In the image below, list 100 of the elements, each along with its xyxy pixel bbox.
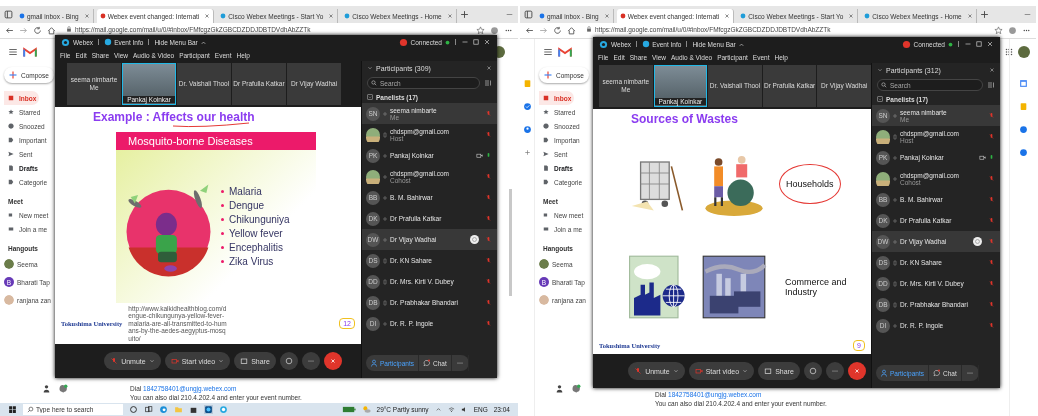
leave-button[interactable] [323,352,342,370]
collapse-icon[interactable] [877,96,883,102]
collapse-icon[interactable] [367,94,373,100]
muted-mic-icon[interactable] [486,257,491,264]
menu-icon[interactable] [543,47,553,57]
muted-mic-icon[interactable] [486,131,491,138]
home-icon[interactable] [567,26,576,35]
muted-mic-icon[interactable] [486,236,491,243]
status-dot-icon [948,41,953,47]
hangouts-icon[interactable] [59,383,68,393]
browser-icon[interactable] [159,405,168,414]
person-circle-icon[interactable] [522,125,532,134]
tab-actions-icon[interactable] [524,10,533,19]
webex-app-icon[interactable] [204,405,213,414]
task-view-icon[interactable] [144,405,153,414]
profile-icon[interactable] [490,26,499,35]
person-icon[interactable] [42,383,51,393]
plus-icon[interactable] [459,10,469,19]
scrollbar[interactable] [509,189,512,296]
chevron-down-icon[interactable] [877,67,883,73]
maximize-icon[interactable] [975,40,983,48]
profile-icon[interactable] [1008,26,1017,35]
menu-icon[interactable] [8,47,18,57]
presenter-ball-icon[interactable] [470,235,479,244]
forward-arrow-icon[interactable] [539,26,548,35]
sort-icon[interactable] [484,79,492,87]
smiley-icon [808,367,817,375]
back-arrow-icon[interactable] [5,26,14,35]
caret-up-icon[interactable] [434,406,442,413]
muted-mic-icon[interactable] [989,133,994,140]
close-icon[interactable] [989,67,995,73]
muted-mic-icon[interactable] [486,194,491,201]
muted-mic-icon[interactable] [486,299,491,306]
bag-icon[interactable] [189,405,198,414]
person-circle-icon[interactable] [1018,148,1028,157]
favicon-icon [99,13,106,19]
minimize-icon[interactable] [964,40,972,48]
presenter-ball-icon[interactable] [973,237,982,246]
send-icon [8,151,14,157]
hangouts-icon[interactable] [572,383,581,393]
muted-mic-icon[interactable] [989,259,994,266]
mic-icon[interactable] [989,154,994,161]
apps-grid-icon[interactable] [1004,47,1014,57]
person-icon[interactable] [555,383,564,393]
wifi-icon[interactable] [447,406,455,413]
check-circle-icon[interactable] [1018,125,1028,134]
check-circle-icon[interactable] [522,102,532,111]
calendar-icon[interactable] [1018,79,1028,88]
reactions-button[interactable] [279,352,298,370]
close-icon[interactable] [724,13,731,19]
star-icon[interactable] [994,26,1003,35]
plus-icon[interactable] [522,148,532,157]
leave-button[interactable] [847,362,866,380]
speaker-icon[interactable] [460,406,468,413]
close-icon[interactable] [204,13,211,19]
bullet-dot-icon [221,203,224,207]
star-icon[interactable] [476,26,485,35]
close-icon[interactable] [966,13,973,19]
close-icon[interactable] [83,13,90,19]
maximize-icon[interactable] [472,38,480,46]
home-icon[interactable] [47,26,56,35]
muted-mic-icon[interactable] [989,112,994,119]
close-icon[interactable] [848,13,855,19]
muted-mic-icon[interactable] [989,196,994,203]
battery-icon [341,406,356,413]
plus-icon[interactable] [979,10,989,19]
close-icon[interactable] [446,13,453,19]
clock-icon [543,123,549,129]
minimize-icon[interactable] [461,38,469,46]
muted-mic-icon[interactable] [486,215,491,222]
muted-mic-icon[interactable] [989,238,994,245]
record-icon [901,39,911,49]
muted-mic-icon[interactable] [989,301,994,308]
reload-icon[interactable] [553,26,562,35]
chat-bubble-icon [422,359,431,367]
muted-mic-icon[interactable] [486,278,491,285]
close-icon[interactable] [603,13,610,19]
muted-mic-icon[interactable] [989,280,994,287]
reactions-button[interactable] [803,362,822,380]
close-icon[interactable] [328,13,335,19]
person-icon [880,369,888,377]
webex-meetings-icon[interactable] [219,405,228,414]
windows-start-icon[interactable] [8,405,17,414]
muted-mic-icon[interactable] [989,175,994,182]
reload-icon[interactable] [33,26,42,35]
camera-icon [543,212,549,218]
forward-arrow-icon[interactable] [19,26,28,35]
circle-icon[interactable] [129,405,138,414]
muted-mic-icon[interactable] [486,110,491,117]
camera-off-icon [694,367,703,375]
close-icon[interactable] [486,65,492,71]
mic-icon[interactable] [486,152,491,159]
tab-actions-icon[interactable] [4,10,13,19]
back-arrow-icon[interactable] [525,26,534,35]
chevron-down-icon[interactable] [367,65,373,71]
muted-mic-icon[interactable] [989,322,994,329]
sort-icon[interactable] [987,81,995,89]
muted-mic-icon[interactable] [486,173,491,180]
muted-mic-icon[interactable] [989,217,994,224]
muted-mic-icon[interactable] [486,320,491,327]
